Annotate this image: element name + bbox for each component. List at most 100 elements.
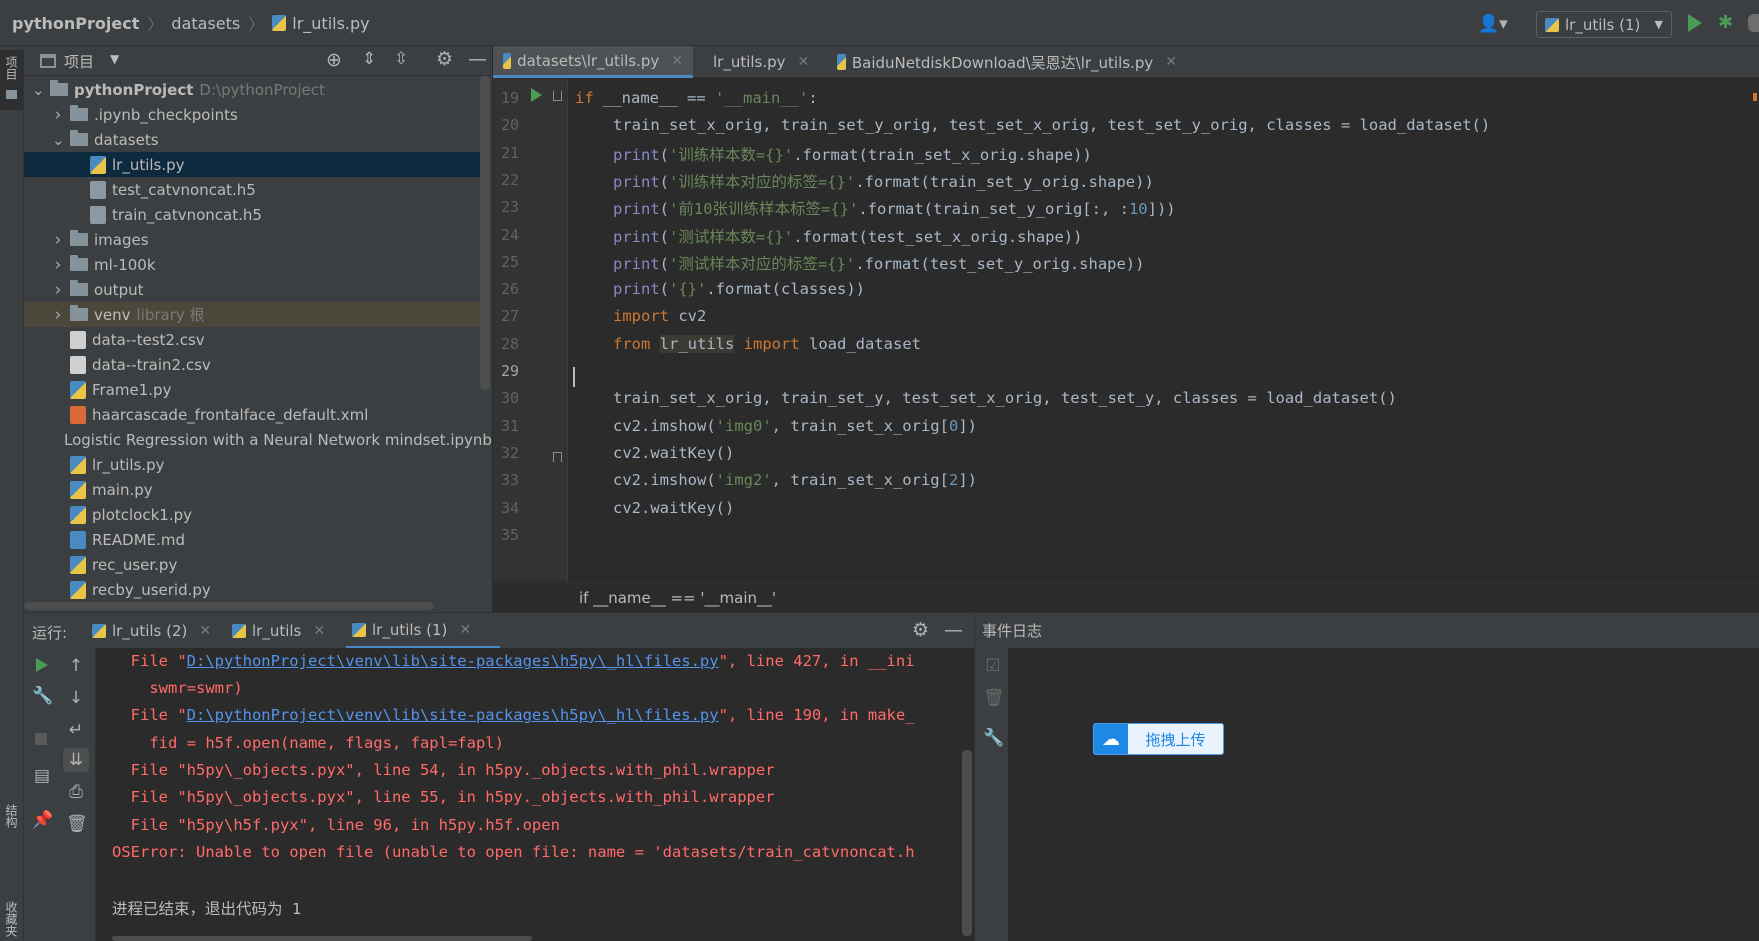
minimize-icon[interactable]: — bbox=[468, 48, 487, 70]
editor-breadcrumb[interactable]: if __name__ == '__main__' bbox=[579, 589, 776, 607]
structure-tool-label[interactable]: 结构 bbox=[3, 804, 20, 828]
chevron-right-icon[interactable]: › bbox=[52, 255, 64, 275]
tree-item[interactable]: test_catvnoncat.h5 bbox=[24, 177, 482, 202]
run-tab-lr-utils-2[interactable]: lr_utils (2) ✕ bbox=[86, 613, 217, 649]
tree-item[interactable]: Frame1.py bbox=[24, 377, 482, 402]
python-icon bbox=[232, 624, 246, 638]
chevron-down-icon[interactable]: ▼ bbox=[110, 52, 119, 66]
tree-item[interactable]: data--test2.csv bbox=[24, 327, 482, 352]
chevron-right-icon[interactable]: › bbox=[52, 280, 64, 300]
tree-item[interactable]: plotclock1.py bbox=[24, 502, 482, 527]
tree-item[interactable]: ⌄ pythonProject D:\pythonProject bbox=[24, 77, 482, 102]
code-token: cv2 bbox=[669, 307, 707, 325]
expand-all-icon[interactable]: ⇕ bbox=[362, 49, 376, 69]
close-icon[interactable]: ✕ bbox=[671, 53, 683, 69]
run-console[interactable]: File "D:\pythonProject\venv\lib\site-pac… bbox=[96, 648, 960, 941]
tree-item[interactable]: › output bbox=[24, 277, 482, 302]
tree-item[interactable]: › .ipynb_checkpoints bbox=[24, 102, 482, 127]
run-tab-lr-utils[interactable]: lr_utils ✕ bbox=[226, 613, 331, 649]
console-line: File "h5py\_objects.pyx", line 55, in h5… bbox=[112, 788, 775, 806]
arrow-up-icon[interactable]: ↑ bbox=[66, 656, 86, 676]
run-configuration-select[interactable]: lr_utils (1) ▼ bbox=[1536, 11, 1672, 38]
pin-icon[interactable]: 📌 bbox=[32, 810, 53, 830]
tree-item[interactable]: README.md bbox=[24, 527, 482, 552]
tree-item-label: Logistic Regression with a Neural Networ… bbox=[64, 430, 492, 449]
tree-item[interactable]: › ml-100k bbox=[24, 252, 482, 277]
collapse-all-icon[interactable]: ⇳ bbox=[394, 49, 408, 69]
scroll-to-end-icon[interactable]: ⇊ bbox=[66, 750, 86, 770]
tree-item[interactable]: lr_utils.py bbox=[24, 152, 482, 177]
tree-item-label: recby_userid.py bbox=[92, 580, 211, 599]
line-number: 23 bbox=[500, 198, 519, 217]
tree-item[interactable]: Logistic Regression with a Neural Networ… bbox=[24, 427, 492, 452]
baidu-upload-widget[interactable]: ☁ 拖拽上传 bbox=[1093, 723, 1224, 755]
coverage-icon[interactable] bbox=[1748, 14, 1759, 32]
code-editor[interactable]: if __name__ == '__main__': train_set_x_o… bbox=[567, 79, 1759, 581]
tree-item[interactable]: main.py bbox=[24, 477, 482, 502]
bug-icon[interactable]: ✱ bbox=[1718, 13, 1734, 33]
tree-item[interactable]: › images bbox=[24, 227, 482, 252]
tree-item[interactable]: haarcascade_frontalface_default.xml bbox=[24, 402, 482, 427]
mark-read-icon[interactable]: ☑ bbox=[983, 656, 1003, 676]
close-icon[interactable]: ✕ bbox=[313, 623, 325, 639]
console-file-link[interactable]: D:\pythonProject\venv\lib\site-packages\… bbox=[187, 706, 719, 724]
fold-icon[interactable] bbox=[553, 91, 562, 101]
tree-item[interactable]: train_catvnoncat.h5 bbox=[24, 202, 482, 227]
tree-item[interactable]: ⌄ datasets bbox=[24, 127, 482, 152]
fold-icon[interactable] bbox=[553, 452, 562, 462]
project-panel-title[interactable]: 项目 bbox=[64, 51, 94, 72]
close-icon[interactable]: ✕ bbox=[1165, 54, 1177, 70]
user-icon[interactable]: 👤▾ bbox=[1478, 12, 1508, 36]
soft-wrap-icon[interactable]: ↵ bbox=[66, 720, 86, 740]
locate-icon[interactable]: ⊕ bbox=[326, 49, 342, 71]
tree-scrollbar[interactable] bbox=[480, 76, 490, 390]
chevron-right-icon[interactable]: › bbox=[52, 305, 64, 325]
wrench-icon[interactable]: 🔧 bbox=[32, 686, 53, 706]
run-tab-lr-utils-1[interactable]: lr_utils (1) ✕ bbox=[346, 613, 500, 649]
gear-icon[interactable]: ⚙ bbox=[912, 619, 929, 641]
console-scrollbar-thumb[interactable] bbox=[962, 750, 972, 936]
console-horizontal-scrollbar[interactable] bbox=[112, 936, 532, 941]
print-icon[interactable]: ⎙ bbox=[66, 782, 86, 802]
gear-icon[interactable]: ⚙ bbox=[436, 48, 453, 70]
breadcrumb-datasets[interactable]: datasets bbox=[171, 14, 240, 33]
breadcrumb-file[interactable]: lr_utils.py bbox=[292, 14, 369, 33]
layout-icon[interactable]: ▤ bbox=[32, 766, 52, 786]
editor-tab-lr-utils[interactable]: lr_utils.py ✕ bbox=[697, 46, 819, 78]
trash-icon[interactable]: 🗑 bbox=[66, 814, 88, 834]
window-icon bbox=[40, 54, 56, 68]
arrow-down-icon[interactable]: ↓ bbox=[66, 688, 86, 708]
code-token: cv2.imshow( bbox=[613, 417, 716, 435]
code-token: 'img0' bbox=[715, 417, 772, 435]
code-token: ( bbox=[659, 200, 670, 218]
tree-item[interactable]: data--train2.csv bbox=[24, 352, 482, 377]
console-file-link[interactable]: D:\pythonProject\venv\lib\site-packages\… bbox=[187, 652, 719, 670]
tree-horizontal-scrollbar[interactable] bbox=[24, 602, 434, 610]
code-token: '训练样本数={}' bbox=[669, 146, 794, 164]
minimize-icon[interactable]: — bbox=[944, 619, 963, 641]
chevron-right-icon[interactable]: › bbox=[52, 230, 64, 250]
rerun-icon[interactable] bbox=[36, 658, 48, 672]
warning-marker[interactable] bbox=[1753, 93, 1757, 101]
tree-item[interactable]: lr_utils.py bbox=[24, 452, 482, 477]
chevron-down-icon[interactable]: ⌄ bbox=[52, 131, 65, 149]
stop-icon[interactable] bbox=[35, 733, 47, 745]
chevron-right-icon[interactable]: › bbox=[52, 105, 64, 125]
editor-tab-datasets-lr-utils[interactable]: datasets\lr_utils.py ✕ bbox=[493, 46, 693, 78]
project-tool-label[interactable]: 项目 bbox=[3, 56, 20, 80]
editor-tab-baidu-lr-utils[interactable]: BaiduNetdiskDownload\吴恩达\lr_utils.py ✕ bbox=[827, 46, 1187, 78]
close-icon[interactable]: ✕ bbox=[199, 623, 211, 639]
trash-icon[interactable]: 🗑 bbox=[983, 688, 1005, 708]
close-icon[interactable]: ✕ bbox=[459, 622, 471, 638]
chevron-down-icon[interactable]: ⌄ bbox=[32, 81, 45, 99]
tree-item[interactable]: › venv library 根 bbox=[24, 302, 482, 327]
tree-item[interactable]: recby_userid.py bbox=[24, 577, 482, 602]
favorites-tool-label[interactable]: 收藏夹 bbox=[3, 901, 20, 937]
close-icon[interactable]: ✕ bbox=[798, 54, 810, 70]
breadcrumb-project[interactable]: pythonProject bbox=[12, 14, 139, 33]
wrench-icon[interactable]: 🔧 bbox=[983, 728, 1004, 748]
tree-item[interactable]: rec_user.py bbox=[24, 552, 482, 577]
play-icon[interactable] bbox=[1688, 14, 1702, 32]
event-log-toolbar: ☑ 🗑 🔧 bbox=[974, 648, 1008, 941]
run-gutter-icon[interactable] bbox=[531, 88, 542, 102]
